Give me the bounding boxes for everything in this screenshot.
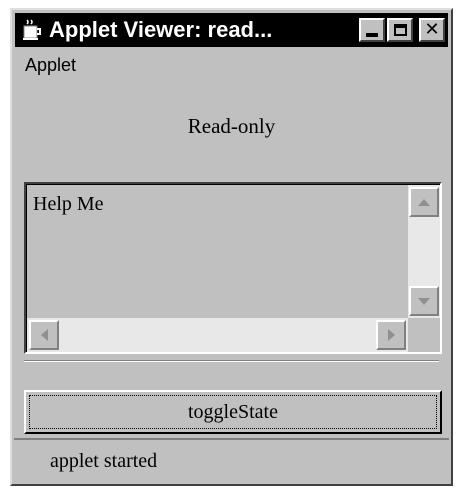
scroll-right-button[interactable] xyxy=(376,320,406,350)
status-bar: applet started xyxy=(14,438,449,482)
menu-bar: Applet xyxy=(15,50,448,80)
text-area-content: Help Me xyxy=(33,193,104,215)
maximize-icon xyxy=(393,24,407,36)
horizontal-scrollbar[interactable] xyxy=(27,318,408,352)
window-title: Applet Viewer: read... xyxy=(49,17,273,42)
read-only-label: Read-only xyxy=(187,114,276,138)
minimize-button[interactable] xyxy=(359,18,385,42)
coffee-cup-icon xyxy=(19,17,45,43)
focus-rectangle xyxy=(29,395,437,429)
arrow-down-icon xyxy=(418,297,430,305)
scroll-down-button[interactable] xyxy=(409,286,439,316)
scroll-up-button[interactable] xyxy=(409,187,439,217)
close-icon: ✕ xyxy=(424,19,440,40)
status-text: applet started xyxy=(50,449,158,472)
scroll-left-button[interactable] xyxy=(29,320,59,350)
menu-item-applet[interactable]: Applet xyxy=(15,55,86,76)
arrow-left-icon xyxy=(40,329,48,341)
close-button[interactable]: ✕ xyxy=(419,18,445,42)
maximize-button[interactable] xyxy=(387,18,413,42)
divider xyxy=(24,360,439,362)
title-bar[interactable]: Applet Viewer: read... ✕ xyxy=(15,13,448,47)
scrollbar-corner xyxy=(408,318,440,352)
vertical-scrollbar[interactable] xyxy=(408,185,440,318)
text-area[interactable]: Help Me xyxy=(24,182,442,354)
arrow-right-icon xyxy=(387,329,395,341)
toggle-state-button[interactable]: toggleState xyxy=(24,390,442,434)
applet-viewer-window: Applet Viewer: read... ✕ Applet Read-onl… xyxy=(10,8,453,486)
minimize-icon xyxy=(366,33,378,37)
arrow-up-icon xyxy=(418,198,430,206)
